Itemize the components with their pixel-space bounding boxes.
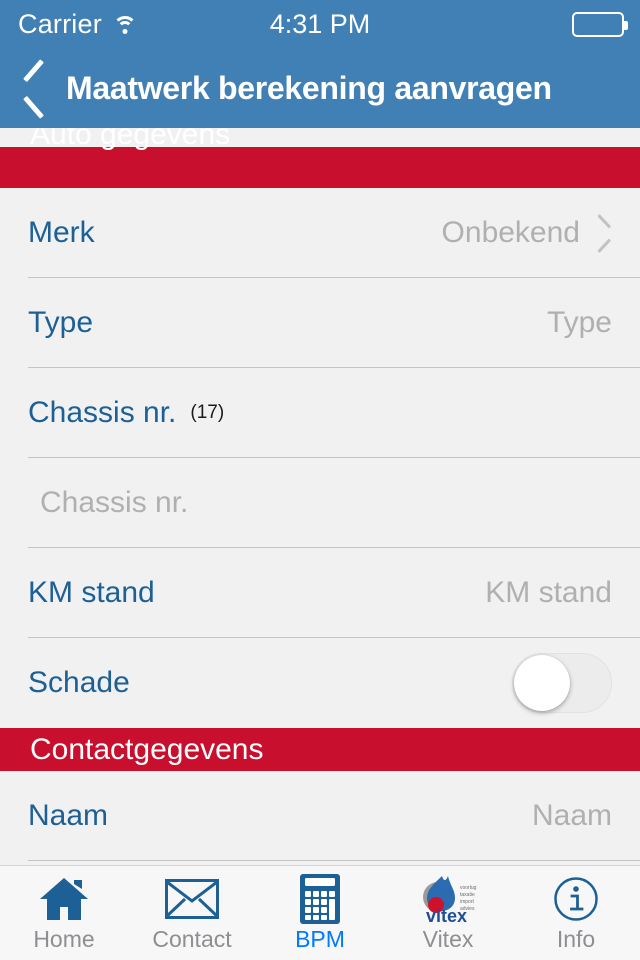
envelope-icon [165, 874, 219, 924]
page-title: Maatwerk berekening aanvragen [66, 69, 552, 106]
svg-text:voorlug: voorlug [460, 885, 477, 891]
form-scroll-view[interactable]: Auto gegevens Merk Onbekend Type Type Ch… [0, 128, 640, 865]
row-label-schade: Schade [28, 666, 130, 699]
row-label-type: Type [28, 306, 94, 339]
tab-contact[interactable]: Contact [128, 866, 256, 960]
home-icon [38, 874, 90, 924]
status-bar-right [429, 11, 640, 37]
tab-vitex[interactable]: voorlug taxatie import advies vitex Vite… [384, 866, 512, 960]
row-separator [28, 860, 640, 861]
row-chassis-input[interactable]: Chassis nr. [0, 458, 640, 548]
chevron-left-icon [22, 69, 44, 107]
section-header-label: Contactgegevens [30, 732, 264, 766]
vitex-logo-icon: voorlug taxatie import advies vitex [412, 874, 484, 924]
svg-text:taxatie: taxatie [460, 892, 475, 898]
row-label-naam: Naam [28, 799, 109, 832]
row-naam[interactable]: Naam Naam [0, 771, 640, 861]
chassis-input[interactable]: Chassis nr. [40, 486, 188, 520]
section-header-label: Auto gegevens [30, 128, 231, 151]
row-schade[interactable]: Schade [0, 638, 640, 728]
battery-icon [571, 11, 628, 37]
back-button[interactable] [0, 48, 66, 128]
toggle-knob [514, 655, 570, 711]
calculator-icon [300, 874, 340, 924]
status-bar-time: 4:31 PM [269, 8, 371, 39]
section-header-auto-gegevens: Auto gegevens [0, 128, 640, 188]
info-icon [553, 874, 599, 924]
tab-bpm[interactable]: BPM [256, 866, 384, 960]
row-label-merk: Merk [28, 216, 95, 249]
naam-input[interactable]: Naam [532, 799, 612, 833]
row-label-chassis: Chassis nr. [28, 396, 177, 429]
row-merk[interactable]: Merk Onbekend [0, 188, 640, 278]
app-screen: Carrier 4:31 PM Maatwerk berekening aanv… [0, 0, 640, 960]
row-value-merk: Onbekend [441, 216, 580, 249]
tab-info[interactable]: Info [512, 866, 640, 960]
row-km-stand[interactable]: KM stand KM stand [0, 548, 640, 638]
row-label-km-stand: KM stand [28, 576, 155, 609]
row-chassis-label: Chassis nr. (17) [0, 368, 640, 458]
tab-label-home: Home [33, 926, 95, 952]
carrier-label: Carrier [18, 8, 102, 39]
svg-text:vitex: vitex [426, 906, 467, 923]
tab-label-bpm: BPM [295, 926, 345, 952]
schade-toggle[interactable] [512, 653, 612, 713]
wifi-icon [112, 15, 138, 34]
tab-bar: Home Contact BPM voorlug taxatie import … [0, 865, 640, 960]
tab-label-vitex: Vitex [422, 926, 474, 952]
chevron-right-icon [598, 221, 612, 245]
type-input[interactable]: Type [547, 306, 612, 340]
section-header-contactgegevens: Contactgegevens [0, 728, 640, 771]
km-stand-input[interactable]: KM stand [485, 576, 612, 610]
chassis-length-hint: (17) [190, 402, 225, 423]
tab-home[interactable]: Home [0, 866, 128, 960]
row-type[interactable]: Type Type [0, 278, 640, 368]
status-bar: Carrier 4:31 PM [0, 0, 640, 48]
tab-label-info: Info [556, 926, 596, 952]
navigation-bar: Maatwerk berekening aanvragen [0, 48, 640, 128]
tab-label-contact: Contact [152, 926, 232, 952]
status-bar-left: Carrier [0, 9, 211, 40]
svg-text:import: import [460, 899, 475, 905]
